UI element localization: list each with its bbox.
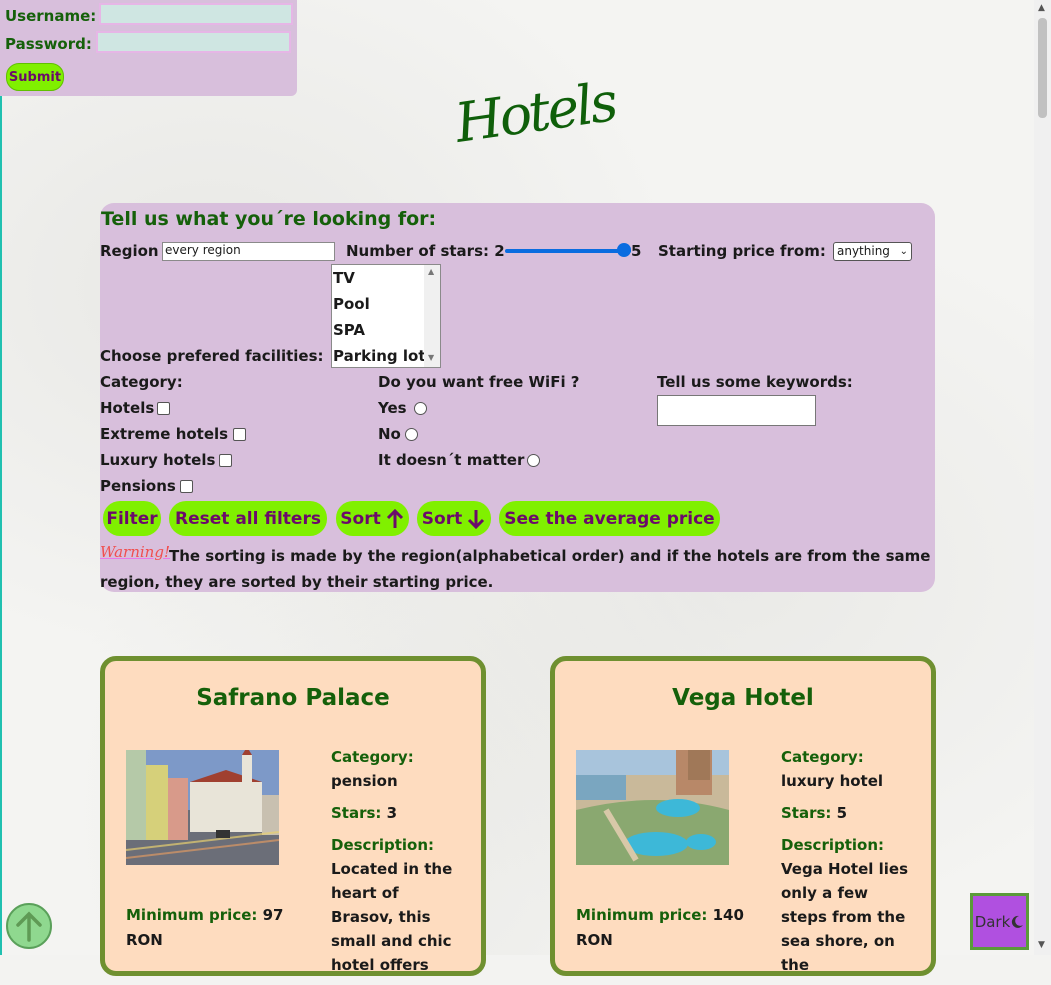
chevron-down-icon: ⌄	[899, 246, 908, 257]
stars-max-label: 5	[631, 242, 642, 260]
average-price-button[interactable]: See the average price	[499, 501, 720, 536]
stars-key: Stars:	[781, 804, 832, 822]
description-value: Vega Hotel lies only a few steps from th…	[781, 860, 908, 974]
password-label: Password:	[5, 35, 92, 53]
left-edge-line	[0, 0, 2, 955]
price-selected: anything	[837, 244, 890, 258]
price-label: Starting price from:	[658, 242, 826, 260]
submit-button[interactable]: Submit	[6, 63, 64, 91]
category-label: Category:	[100, 373, 183, 391]
sort-ascending-button[interactable]: Sort	[336, 501, 409, 536]
category-pensions-checkbox[interactable]	[180, 480, 193, 493]
stars-label: Number of stars: 2	[346, 242, 505, 260]
dark-mode-button[interactable]: Dark	[970, 893, 1029, 950]
category-extreme-checkbox[interactable]	[233, 428, 246, 441]
category-hotels-label: Hotels	[100, 399, 155, 417]
facilities-listbox[interactable]: TV Pool SPA Parking lot ▲ ▼	[331, 264, 441, 368]
hotel-card: Safrano Palace Minimum price: 97 RON Cat…	[100, 656, 486, 976]
min-price-label: Minimum price:	[126, 906, 258, 924]
category-key: Category:	[781, 748, 864, 766]
warning-label: Warning!	[100, 543, 170, 561]
username-input[interactable]	[99, 3, 293, 25]
category-value: pension	[331, 772, 398, 790]
sort-descending-label: Sort	[421, 508, 463, 529]
wifi-label: Do you want free WiFi ?	[378, 373, 580, 391]
page-scrollbar[interactable]: ▲ ▼	[1034, 0, 1051, 955]
arrow-down-icon	[468, 509, 485, 529]
hotel-name: Safrano Palace	[196, 685, 390, 711]
stars-slider[interactable]	[505, 243, 631, 259]
password-input[interactable]	[96, 31, 291, 53]
keywords-textarea[interactable]	[657, 395, 816, 426]
moon-icon	[1012, 915, 1024, 928]
filter-button[interactable]: Filter	[103, 501, 161, 536]
hotel-photo-image	[126, 750, 279, 865]
hotel-photo	[126, 750, 279, 865]
category-value: luxury hotel	[781, 772, 884, 790]
hotel-photo-image	[576, 750, 729, 865]
hotel-photo	[576, 750, 729, 865]
stars-value: 3	[386, 804, 398, 822]
scroll-up-icon[interactable]: ▲	[1038, 3, 1045, 13]
wifi-no-label: No	[378, 425, 401, 443]
stars-key: Stars:	[331, 804, 382, 822]
category-luxury-checkbox[interactable]	[219, 454, 232, 467]
region-label: Region	[100, 242, 159, 260]
filter-heading: Tell us what you´re looking for:	[101, 208, 437, 230]
category-hotels-checkbox[interactable]	[157, 402, 170, 415]
category-luxury-label: Luxury hotels	[100, 451, 216, 469]
back-to-top-button[interactable]	[6, 903, 52, 949]
wifi-no-radio[interactable]	[405, 428, 418, 441]
slider-thumb[interactable]	[617, 243, 631, 257]
wifi-yes-label: Yes	[378, 399, 407, 417]
price-select[interactable]: anything ⌄	[833, 242, 912, 261]
sorting-warning-text: The sorting is made by the region(alphab…	[100, 547, 931, 591]
keywords-label: Tell us some keywords:	[657, 373, 853, 391]
min-price-label: Minimum price:	[576, 906, 708, 924]
description-key: Description:	[781, 836, 885, 854]
arrow-up-icon	[16, 911, 42, 942]
description-value: Located in the heart of Brasov, this sma…	[331, 860, 453, 974]
filter-panel: Tell us what you´re looking for: Region …	[100, 203, 935, 592]
wifi-any-label: It doesn´t matter	[378, 451, 525, 469]
reset-filters-button[interactable]: Reset all filters	[169, 501, 327, 536]
min-price-block: Minimum price: 97 RON	[126, 903, 296, 953]
sort-ascending-label: Sort	[340, 508, 381, 529]
scroll-down-icon[interactable]: ▼	[428, 353, 434, 362]
listbox-scrollbar[interactable]: ▲ ▼	[424, 265, 440, 367]
hotel-name: Vega Hotel	[672, 685, 814, 711]
dark-mode-label: Dark	[974, 912, 1011, 931]
stars-value: 5	[836, 804, 848, 822]
arrow-up-icon	[386, 508, 403, 528]
category-extreme-label: Extreme hotels	[100, 425, 229, 443]
scroll-down-icon[interactable]: ▼	[1038, 940, 1045, 950]
wifi-yes-radio[interactable]	[414, 402, 427, 415]
min-price-block: Minimum price: 140 RON	[576, 903, 746, 953]
region-input[interactable]: every region	[162, 242, 335, 261]
category-key: Category:	[331, 748, 414, 766]
hotel-card: Vega Hotel Minimum price: 140 RON Catego…	[550, 656, 936, 976]
sort-descending-button[interactable]: Sort	[417, 501, 491, 536]
username-label: Username:	[5, 7, 97, 25]
slider-track	[505, 249, 631, 253]
category-pensions-label: Pensions	[100, 477, 176, 495]
scrollbar-thumb[interactable]	[1038, 18, 1047, 118]
facilities-label: Choose prefered facilities:	[100, 347, 324, 365]
scroll-up-icon[interactable]: ▲	[428, 267, 434, 276]
hotel-info: Category: luxury hotel Stars: 5 Descript…	[781, 745, 911, 985]
hotel-info: Category: pension Stars: 3 Description: …	[331, 745, 461, 985]
wifi-any-radio[interactable]	[527, 454, 540, 467]
login-form: Username: Password: Submit	[0, 0, 297, 96]
description-key: Description:	[331, 836, 435, 854]
